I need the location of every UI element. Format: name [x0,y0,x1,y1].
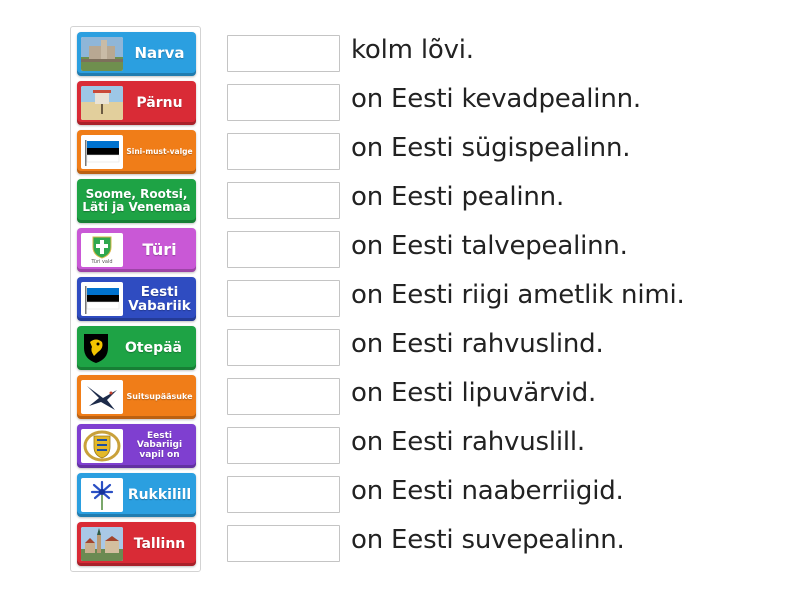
drop-slot-9[interactable] [227,427,340,464]
drop-slot-6[interactable] [227,280,340,317]
drop-slot-7[interactable] [227,329,340,366]
sentence-1: kolm lõvi. [351,35,474,65]
tile-otepaa[interactable]: Otepää [77,326,196,370]
drop-slot-5[interactable] [227,231,340,268]
tile-label: Soome, Rootsi, Läti ja Venemaa [82,187,191,214]
drop-slot-11[interactable] [227,525,340,562]
tile-eesti-vabariigi-vapil-on[interactable]: Eesti Vabariigi vapil on [77,424,196,468]
tile-label: Tallinn [133,535,186,552]
tile-label: Rukkilill [127,486,192,503]
tile-turi[interactable]: Türi vald Türi [77,228,196,272]
sentence-3: on Eesti sügispealinn. [351,133,631,163]
tile-label: Eesti Vabariigi vapil on [136,430,183,460]
estonian-flag-icon [81,282,123,316]
tile-label: Pärnu [136,94,183,111]
otepaa-shield-icon [81,331,111,365]
turi-caption: Türi vald [91,259,113,265]
tile-label: Suitsupääsuke [126,391,193,401]
tile-label: Narva [134,44,185,63]
tile-eesti-vabariik[interactable]: Eesti Vabariik [77,277,196,321]
drop-slot-8[interactable] [227,378,340,415]
fortress-photo-icon [81,37,123,71]
tile-rukkilill[interactable]: Rukkilill [77,473,196,517]
tile-narva[interactable]: Narva [77,32,196,76]
tile-sini-must-valge[interactable]: Sini-must-valge [77,130,196,174]
drop-slot-4[interactable] [227,182,340,219]
drop-slot-1[interactable] [227,35,340,72]
sentence-9: on Eesti rahvuslill. [351,427,585,457]
drop-slot-10[interactable] [227,476,340,513]
cornflower-icon [81,478,123,512]
beach-photo-icon [81,86,123,120]
tile-parnu[interactable]: Pärnu [77,81,196,125]
sentence-4: on Eesti pealinn. [351,182,565,212]
estonian-flag-icon [81,135,123,169]
tallinn-old-town-photo-icon [81,527,123,561]
sentence-6: on Eesti riigi ametlik nimi. [351,280,685,310]
sentence-2: on Eesti kevadpealinn. [351,84,641,114]
sentence-8: on Eesti lipuvärvid. [351,378,597,408]
tile-label: Otepää [124,339,182,356]
tile-naaberriigid[interactable]: Soome, Rootsi, Läti ja Venemaa [77,179,196,223]
turi-coat-of-arms-icon: Türi vald [81,233,123,267]
estonian-coat-of-arms-icon [81,429,123,463]
tile-tallinn[interactable]: Tallinn [77,522,196,566]
drop-slot-3[interactable] [227,133,340,170]
sentence-10: on Eesti naaberriigid. [351,476,624,506]
tile-suitsupaasuke[interactable]: Suitsupääsuke [77,375,196,419]
tile-label: Türi [142,239,177,259]
tile-label: Eesti Vabariik [128,283,191,314]
sentence-5: on Eesti talvepealinn. [351,231,628,261]
sentence-7: on Eesti rahvuslind. [351,329,604,359]
sentence-11: on Eesti suvepealinn. [351,525,625,555]
swallow-bird-icon [81,380,123,414]
drop-slot-2[interactable] [227,84,340,121]
tile-label: Sini-must-valge [126,147,193,157]
